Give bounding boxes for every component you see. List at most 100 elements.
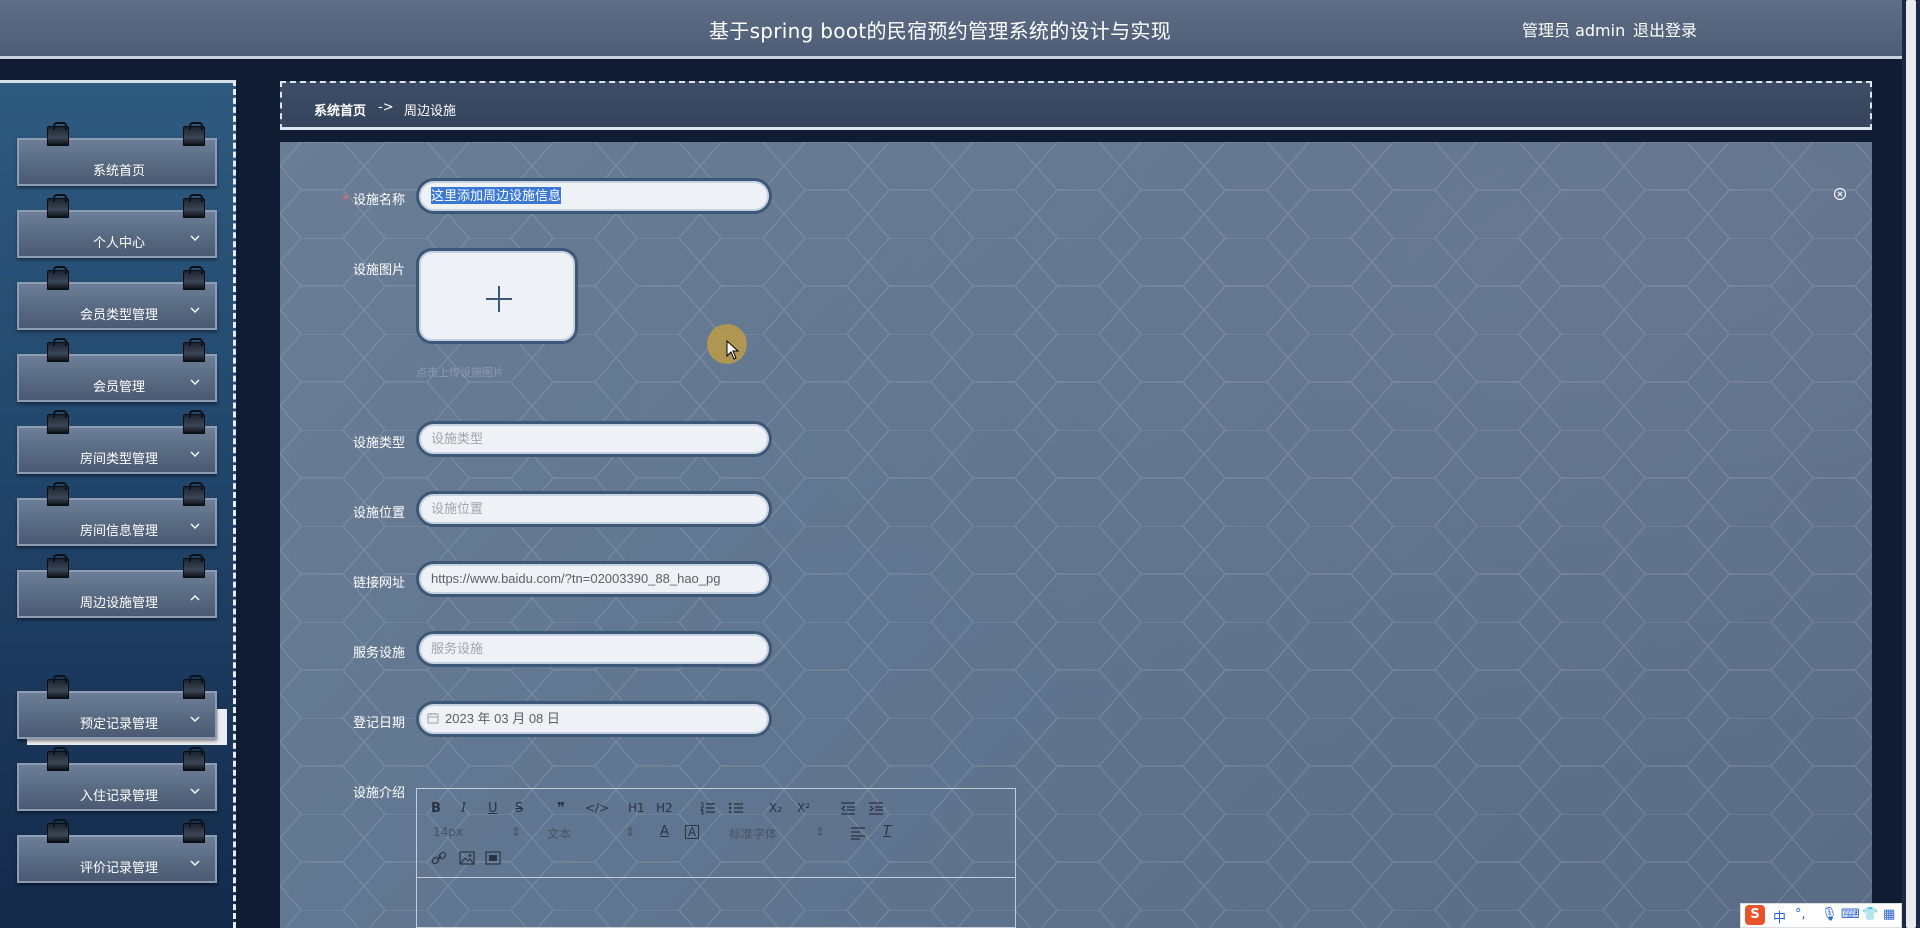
breadcrumb-separator: -> (378, 100, 394, 115)
sidebar: 系统首页 个人中心 会员类型管理 会员管理 房间类型管理 房间信息管理 周边设施… (0, 80, 236, 928)
vertical-scrollbar[interactable] (1902, 0, 1920, 928)
top-header: 基于spring boot的民宿预约管理系统的设计与实现 管理员 admin 退… (0, 0, 1902, 59)
image-upload-box[interactable] (416, 248, 578, 344)
scrollbar-thumb[interactable] (1906, 0, 1916, 928)
sidebar-item-review-records[interactable]: 评价记录管理 (17, 819, 217, 883)
toolbox-icon[interactable]: ▦ (1883, 907, 1895, 922)
h1-button[interactable]: H1 (628, 801, 645, 815)
binder-clip-icon (47, 675, 69, 699)
logout-link[interactable]: 退出登录 (1633, 17, 1697, 41)
chevron-down-icon (189, 232, 201, 244)
binder-clip-icon (183, 410, 205, 434)
blockquote-button[interactable]: ❞ (557, 799, 565, 817)
current-user: 管理员 admin (1522, 21, 1626, 40)
facility-name-input[interactable]: 这里添加周边设施信息 (416, 178, 772, 214)
ime-punct-toggle[interactable]: °, (1795, 907, 1806, 922)
sidebar-item-facilities[interactable]: 周边设施管理 (17, 554, 217, 618)
sogou-logo-icon[interactable]: S (1745, 905, 1765, 925)
background-color-icon[interactable]: A (685, 825, 700, 839)
binder-clip-icon (183, 266, 205, 290)
superscript-button[interactable]: X² (797, 801, 810, 815)
facility-location-label: 设施位置 (352, 506, 405, 521)
binder-clip-icon (183, 194, 205, 218)
sidebar-item-booking-records[interactable]: 预定记录管理 (17, 675, 217, 739)
calendar-icon (427, 713, 439, 724)
link-url-input[interactable]: https://www.baidu.com/?tn=02003390_88_ha… (416, 561, 772, 597)
code-block-button[interactable]: </> (585, 801, 609, 815)
link-url-label: 链接网址 (352, 576, 405, 591)
indent-icon[interactable] (868, 801, 884, 815)
font-size-select-arrows-icon[interactable]: ⇕ (511, 825, 521, 839)
sidebar-item-personal-center[interactable]: 个人中心 (17, 194, 217, 258)
keyboard-icon[interactable]: ⌨ (1841, 907, 1860, 922)
chevron-down-icon (189, 376, 201, 388)
strike-button[interactable]: S (515, 801, 523, 816)
ime-toolbar: S 中 °, 🎙 ⌨ 👕 ▦ (1740, 903, 1902, 928)
clear-format-icon[interactable]: T (883, 824, 891, 839)
align-icon[interactable] (850, 826, 866, 840)
required-marker: * (342, 193, 349, 208)
binder-clip-icon (183, 554, 205, 578)
register-date-picker[interactable]: 2023 年 03 月 08 日 (416, 701, 772, 737)
facility-location-input[interactable]: 设施位置 (416, 491, 772, 527)
service-facility-input[interactable]: 服务设施 (416, 631, 772, 667)
breadcrumb-home-link[interactable]: 系统首页 (314, 100, 366, 119)
microphone-icon[interactable]: 🎙 (1821, 907, 1838, 922)
chevron-down-icon (189, 448, 201, 460)
sidebar-item-home[interactable]: 系统首页 (17, 122, 217, 186)
subscript-button[interactable]: X₂ (769, 801, 782, 815)
font-size-select[interactable]: 14px (433, 825, 463, 839)
skin-icon[interactable]: 👕 (1862, 907, 1878, 922)
h2-button[interactable]: H2 (656, 801, 673, 815)
video-icon[interactable] (485, 851, 501, 865)
ime-lang-toggle[interactable]: 中 (1773, 907, 1786, 926)
header-select[interactable]: 文本 (547, 825, 571, 842)
ordered-list-icon[interactable] (700, 801, 716, 815)
cursor-arrow-icon (726, 340, 740, 360)
register-date-label: 登记日期 (352, 716, 405, 731)
binder-clip-icon (183, 747, 205, 771)
mouse-cursor-highlight (707, 324, 747, 364)
facility-image-label: 设施图片 (352, 263, 405, 278)
facility-name-label-text: 设施名称 (352, 193, 405, 208)
service-facility-label: 服务设施 (352, 646, 405, 661)
header-select-arrows-icon[interactable]: ⇕ (625, 825, 635, 839)
sidebar-item-room-info[interactable]: 房间信息管理 (17, 482, 217, 546)
form-panel: * 设施名称 这里添加周边设施信息 设施图片 点击上传设施图片 设施类型 设施类型… (280, 142, 1872, 928)
sidebar-item-room-type[interactable]: 房间类型管理 (17, 410, 217, 474)
binder-clip-icon (183, 675, 205, 699)
font-family-select[interactable]: 标准字体 (729, 825, 777, 842)
plus-icon (486, 286, 512, 312)
close-icon[interactable] (1833, 187, 1847, 201)
link-icon[interactable] (431, 851, 447, 865)
binder-clip-icon (183, 122, 205, 146)
rich-text-editor: B I U S ❞ </> H1 H2 X₂ X² 14px ⇕ 文本 ⇕ A … (416, 788, 1016, 928)
facility-type-label: 设施类型 (352, 436, 405, 451)
chevron-down-icon (189, 857, 201, 869)
binder-clip-icon (47, 554, 69, 578)
outdent-icon[interactable] (840, 801, 856, 815)
bold-button[interactable]: B (431, 801, 441, 816)
binder-clip-icon (47, 194, 69, 218)
register-date-value: 2023 年 03 月 08 日 (445, 711, 560, 726)
binder-clip-icon (183, 482, 205, 506)
image-icon[interactable] (459, 851, 475, 865)
sidebar-item-member[interactable]: 会员管理 (17, 338, 217, 402)
font-color-icon[interactable]: A (660, 824, 669, 839)
underline-button[interactable]: U (488, 801, 498, 816)
sidebar-item-checkin-records[interactable]: 入住记录管理 (17, 747, 217, 811)
binder-clip-icon (47, 482, 69, 506)
binder-clip-icon (183, 819, 205, 843)
chevron-up-icon (189, 592, 201, 604)
font-family-select-arrows-icon[interactable]: ⇕ (815, 825, 825, 839)
facility-type-input[interactable]: 设施类型 (416, 421, 772, 457)
sidebar-item-member-type[interactable]: 会员类型管理 (17, 266, 217, 330)
chevron-down-icon (189, 304, 201, 316)
chevron-down-icon (189, 713, 201, 725)
upload-tip: 点击上传设施图片 (416, 366, 504, 379)
binder-clip-icon (47, 266, 69, 290)
sidebar-item-label: 系统首页 (92, 164, 145, 179)
facility-name-value: 这里添加周边设施信息 (431, 187, 562, 204)
bullet-list-icon[interactable] (728, 801, 744, 815)
italic-button[interactable]: I (461, 801, 466, 816)
